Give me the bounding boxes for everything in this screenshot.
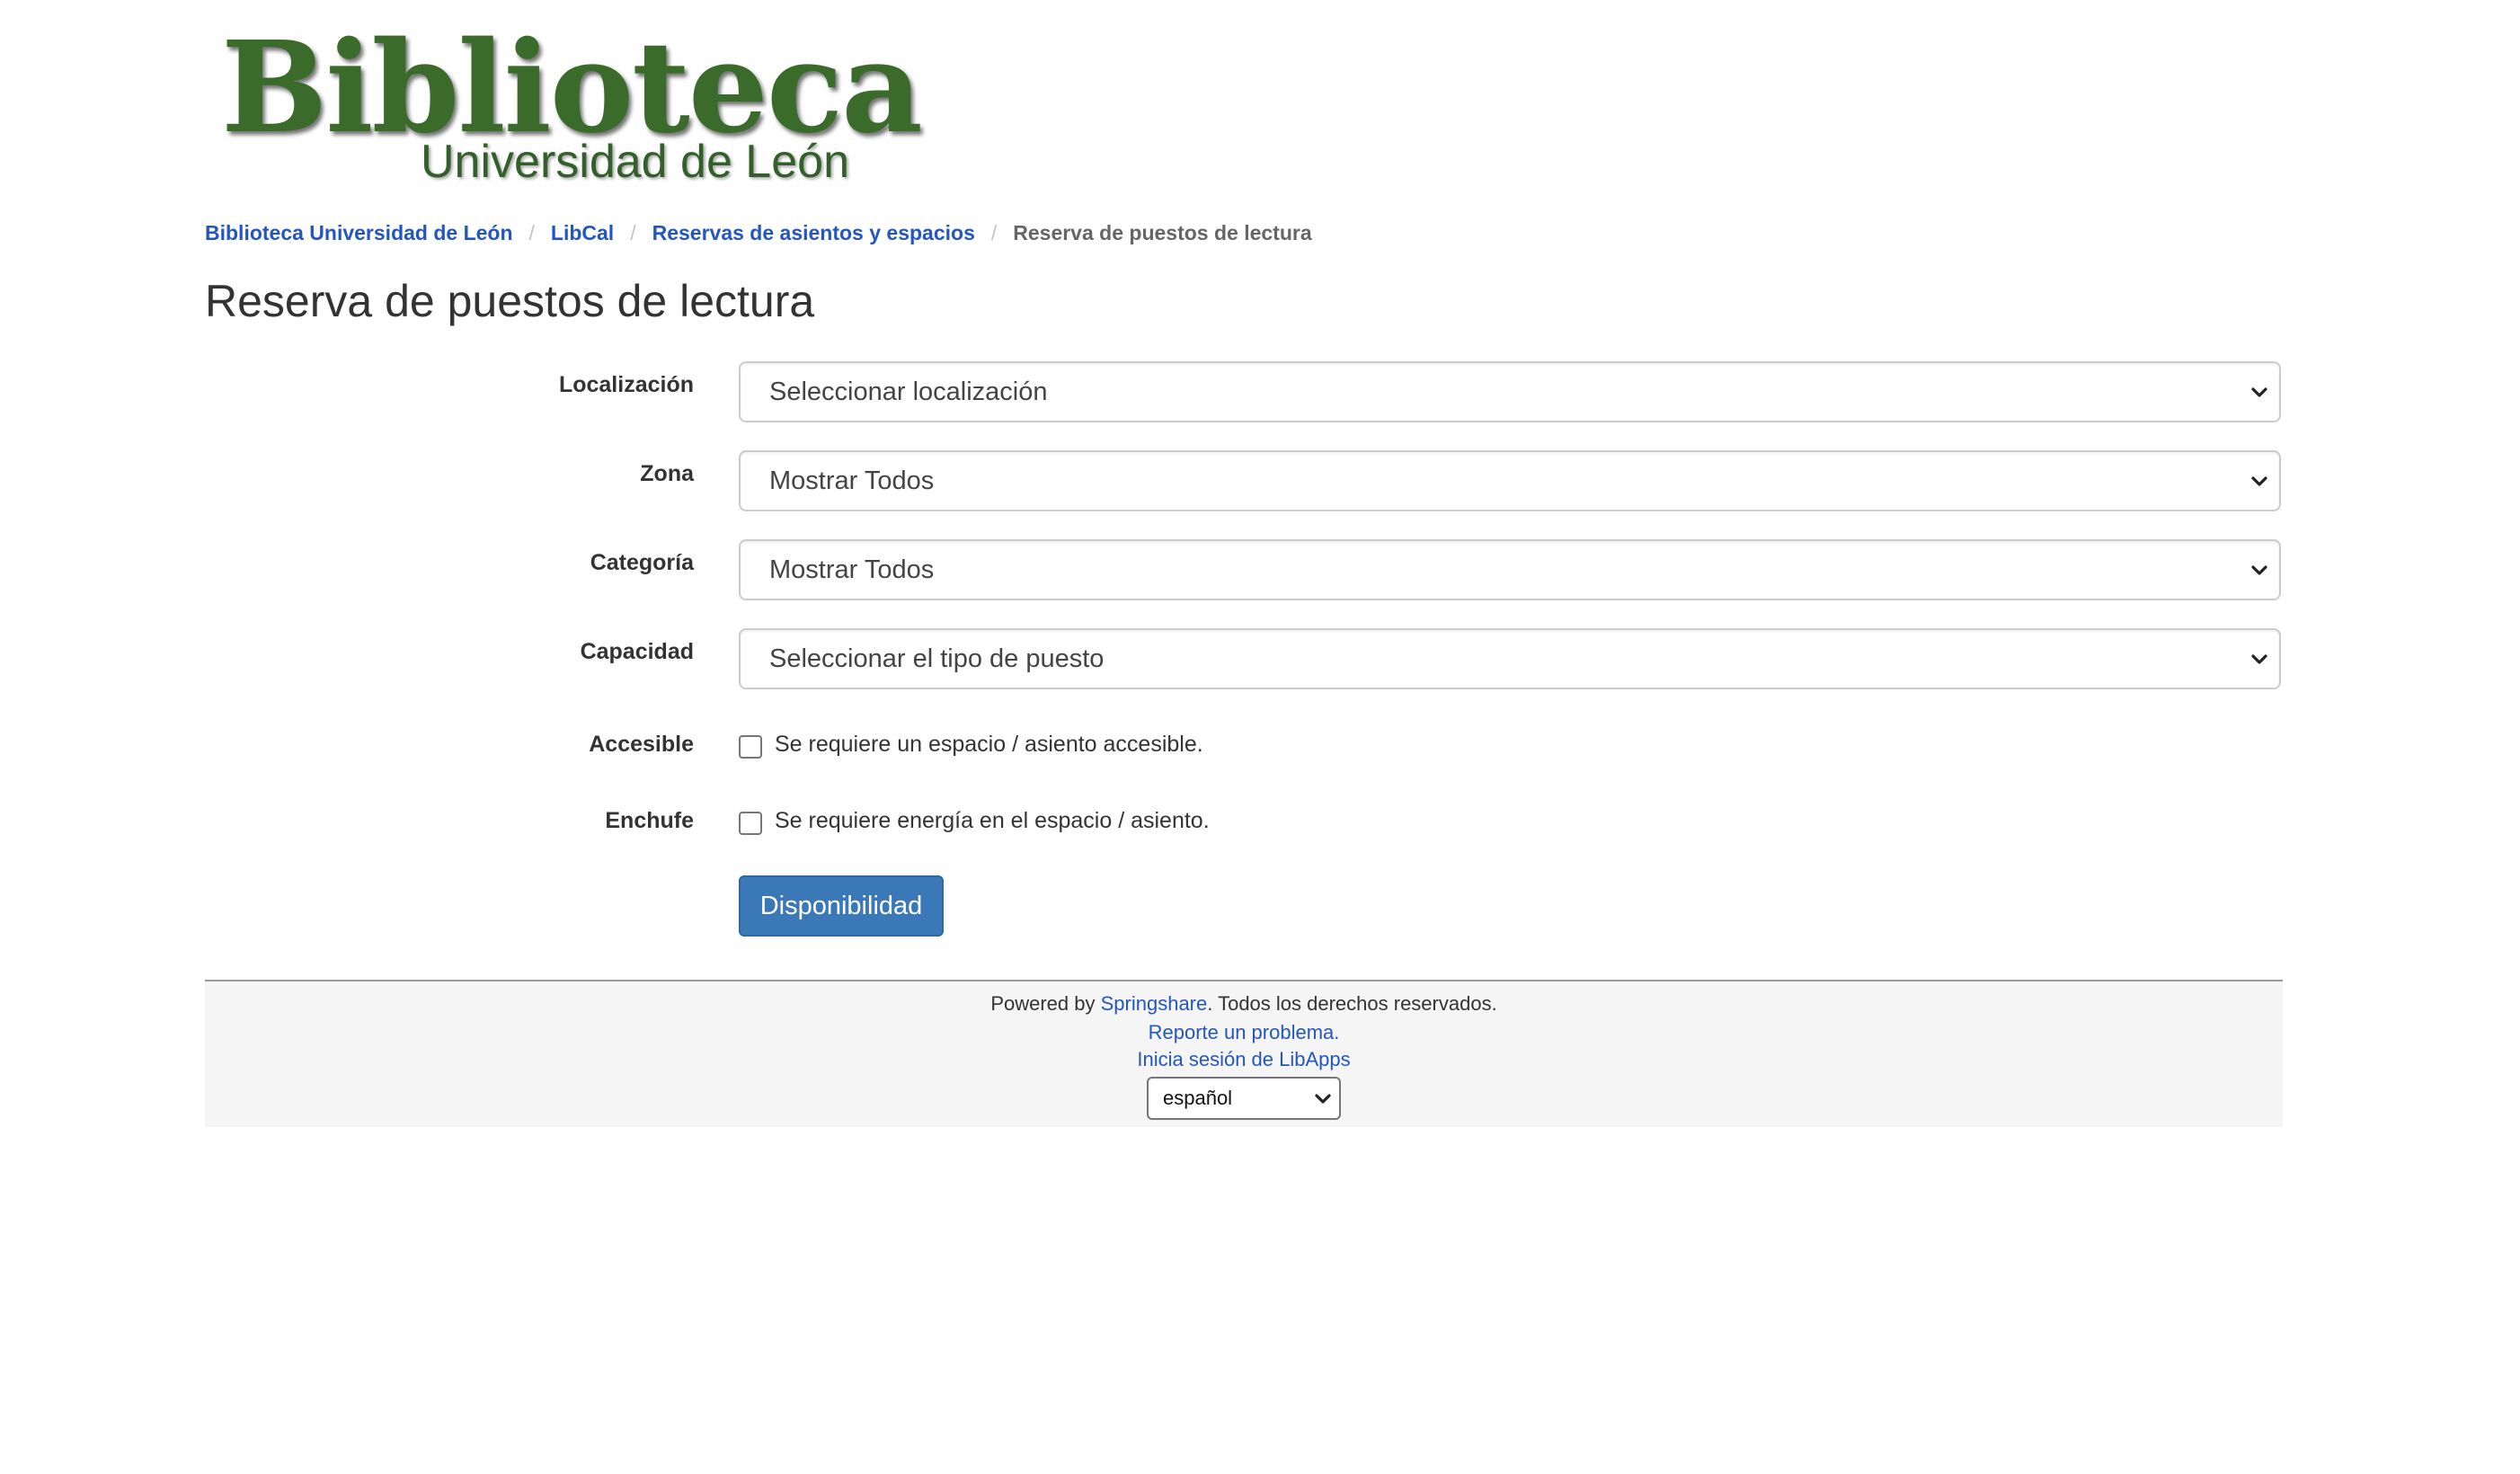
availability-button[interactable]: Disponibilidad xyxy=(739,875,944,937)
location-row: Localización Seleccionar localización xyxy=(205,361,2283,424)
power-checkbox-text[interactable]: Se requiere energía en el espacio / asie… xyxy=(775,808,1210,834)
library-logo[interactable]: Biblioteca Universidad de León xyxy=(221,25,923,188)
category-select[interactable]: Mostrar Todos xyxy=(739,539,2281,600)
springshare-link[interactable]: Springshare xyxy=(1101,992,1208,1015)
footer: Powered by Springshare. Todos los derech… xyxy=(205,980,2283,1127)
breadcrumb-separator: / xyxy=(630,220,636,244)
zone-select-value: Mostrar Todos xyxy=(769,466,935,495)
accessible-checkbox-text[interactable]: Se requiere un espacio / asiento accesib… xyxy=(775,732,1203,758)
breadcrumb-current: Reserva de puestos de lectura xyxy=(1013,220,1312,244)
breadcrumb: Biblioteca Universidad de León / LibCal … xyxy=(205,219,1312,246)
zone-row: Zona Mostrar Todos xyxy=(205,450,2283,513)
breadcrumb-separator: / xyxy=(528,220,535,244)
footer-report: Reporte un problema. xyxy=(205,1021,2283,1044)
breadcrumb-library-link[interactable]: Biblioteca Universidad de León xyxy=(205,221,513,245)
chevron-down-icon xyxy=(2250,650,2268,668)
powered-by-text: Powered by xyxy=(990,992,1101,1015)
location-select[interactable]: Seleccionar localización xyxy=(739,361,2281,422)
category-row: Categoría Mostrar Todos xyxy=(205,539,2283,602)
chevron-down-icon xyxy=(2250,383,2268,401)
report-problem-link[interactable]: Reporte un problema. xyxy=(1149,1021,1340,1043)
accessible-row: Accesible Se requiere un espacio / asien… xyxy=(205,726,2283,771)
power-checkbox[interactable] xyxy=(739,812,762,835)
footer-login: Inicia sesión de LibApps xyxy=(205,1048,2283,1071)
breadcrumb-reservations-link[interactable]: Reservas de asientos y espacios xyxy=(652,221,975,245)
location-select-value: Seleccionar localización xyxy=(769,377,1048,406)
capacity-select-value: Seleccionar el tipo de puesto xyxy=(769,644,1105,673)
power-row: Enchufe Se requiere energía en el espaci… xyxy=(205,803,2283,848)
language-select[interactable]: español xyxy=(1147,1077,1341,1120)
category-select-value: Mostrar Todos xyxy=(769,555,935,584)
capacity-select[interactable]: Seleccionar el tipo de puesto xyxy=(739,628,2281,689)
capacity-label: Capacidad xyxy=(580,639,694,664)
zone-label: Zona xyxy=(640,461,694,486)
language-select-value: español xyxy=(1163,1087,1233,1109)
logo-sub-text: Universidad de León xyxy=(421,136,849,188)
logo-main-text: Biblioteca xyxy=(221,14,923,162)
category-label: Categoría xyxy=(590,550,694,575)
zone-select[interactable]: Mostrar Todos xyxy=(739,450,2281,511)
chevron-down-icon xyxy=(2250,561,2268,579)
chevron-down-icon xyxy=(1314,1089,1332,1107)
rights-text: . Todos los derechos reservados. xyxy=(1207,992,1497,1015)
accessible-checkbox[interactable] xyxy=(739,735,762,759)
accessible-label: Accesible xyxy=(589,732,694,757)
breadcrumb-separator: / xyxy=(990,220,998,244)
power-label: Enchufe xyxy=(605,808,694,833)
page-title: Reserva de puestos de lectura xyxy=(205,276,815,326)
chevron-down-icon xyxy=(2250,472,2268,490)
footer-credits: Powered by Springshare. Todos los derech… xyxy=(205,992,2283,1016)
breadcrumb-libcal-link[interactable]: LibCal xyxy=(551,221,614,245)
libapps-login-link[interactable]: Inicia sesión de LibApps xyxy=(1137,1048,1350,1070)
location-label: Localización xyxy=(558,372,694,397)
capacity-row: Capacidad Seleccionar el tipo de puesto xyxy=(205,628,2283,691)
